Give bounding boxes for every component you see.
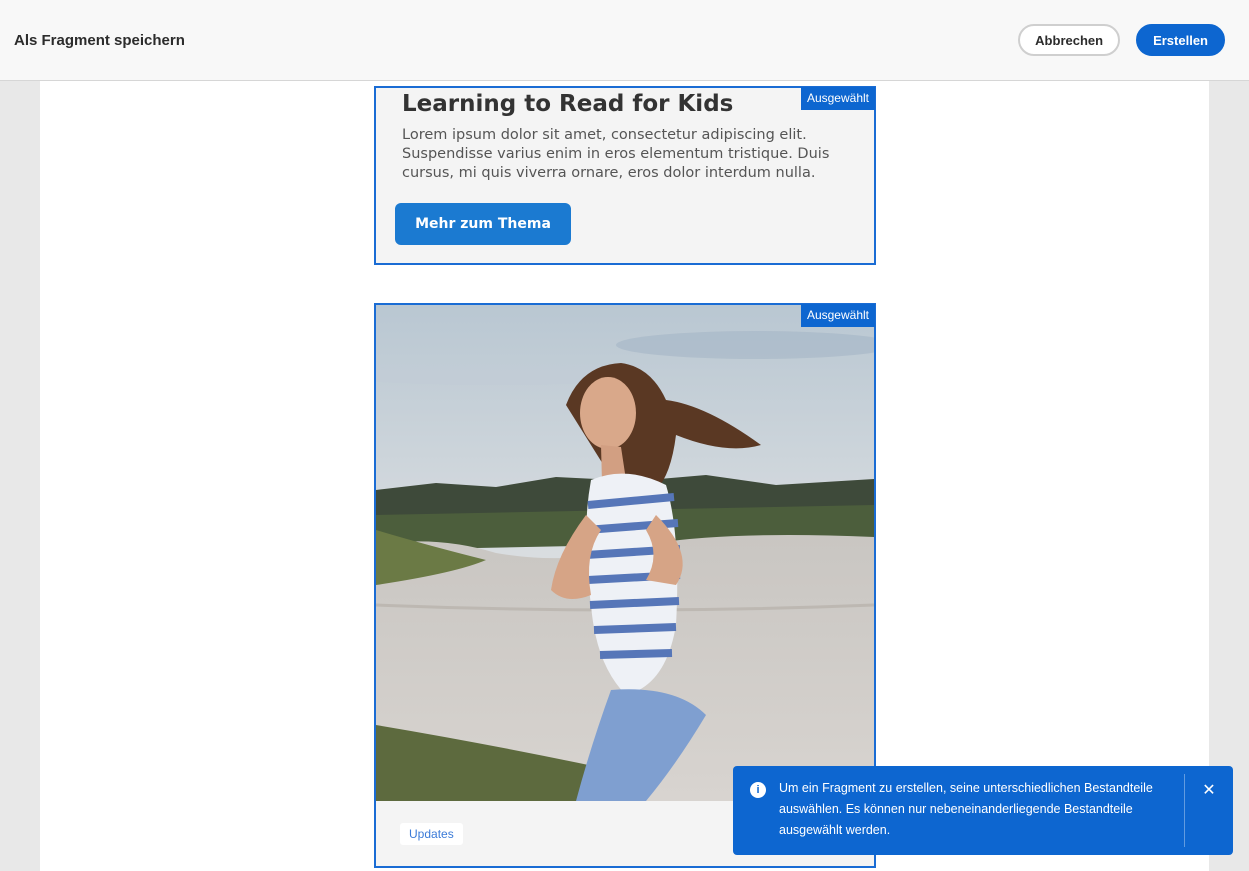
dialog-title: Als Fragment speichern: [14, 31, 185, 49]
top-bar: Als Fragment speichern Abbrechen Erstell…: [0, 0, 1249, 81]
create-button[interactable]: Erstellen: [1136, 24, 1225, 56]
updates-tag[interactable]: Updates: [400, 823, 463, 845]
close-icon[interactable]: ✕: [1199, 780, 1219, 800]
toast-message: Um ein Fragment zu erstellen, seine unte…: [779, 781, 1153, 837]
fragment-body-text: Lorem ipsum dolor sit amet, consectetur …: [402, 127, 830, 181]
fragment-heading: Learning to Read for Kids: [402, 91, 734, 117]
info-icon: i: [750, 782, 766, 798]
toast-divider: [1184, 774, 1185, 847]
cancel-button[interactable]: Abbrechen: [1018, 24, 1121, 56]
jogging-woman-image: [376, 305, 874, 801]
fragment-text-block[interactable]: Ausgewählt Learning to Read for Kids Lor…: [374, 86, 876, 265]
selected-badge: Ausgewählt: [800, 87, 875, 110]
email-canvas: Ausgewählt Learning to Read for Kids Lor…: [40, 81, 1209, 871]
read-more-button[interactable]: Mehr zum Thema: [395, 203, 571, 245]
selected-badge: Ausgewählt: [800, 304, 875, 327]
info-toast: i Um ein Fragment zu erstellen, seine un…: [733, 766, 1233, 855]
